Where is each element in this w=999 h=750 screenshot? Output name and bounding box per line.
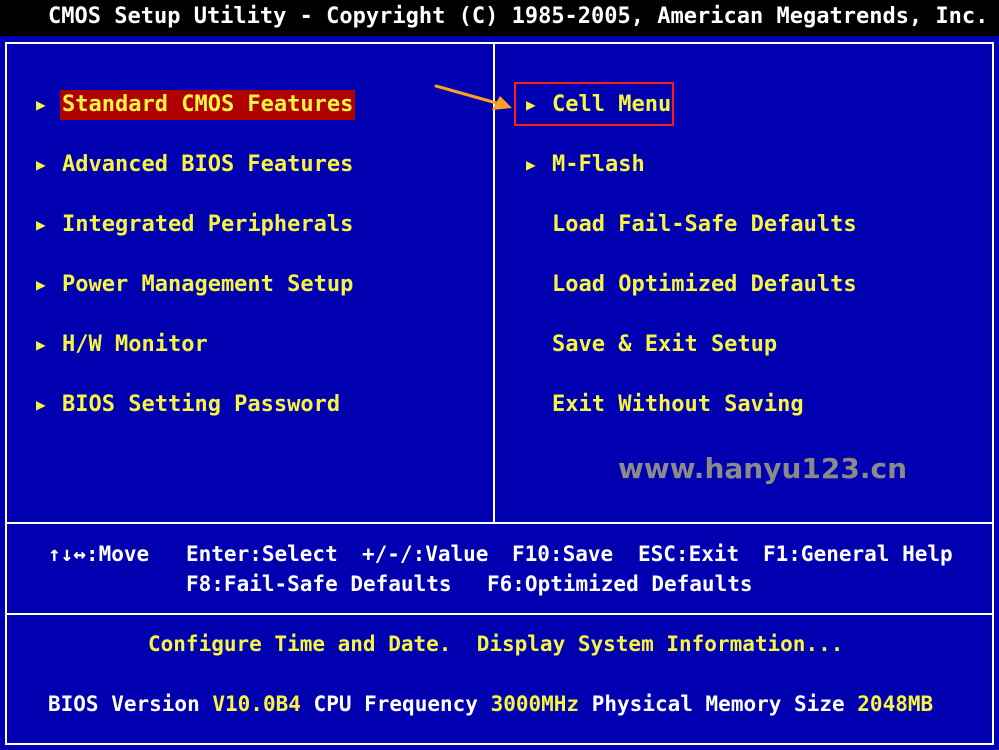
item-description: Configure Time and Date. Display System … — [148, 632, 844, 656]
frame-right — [992, 42, 994, 745]
help-fail-safe-defaults: F8:Fail-Safe Defaults — [186, 572, 452, 596]
help-save: F10:Save — [512, 542, 614, 566]
arrow-right-icon: ▶ — [36, 155, 46, 174]
frame-bottom — [5, 743, 994, 745]
help-optimized-defaults: F6:Optimized Defaults — [487, 572, 753, 596]
help-general-help: F1:General Help — [763, 542, 953, 566]
arrow-right-icon: ▶ — [526, 155, 536, 174]
bios-version-value: V10.0B4 — [212, 692, 301, 716]
bios-version-label: BIOS Version — [48, 692, 200, 716]
annotation-highlight-box — [514, 82, 674, 126]
help-value: +/-/:Value — [362, 542, 489, 566]
cpu-frequency-value: 3000MHz — [490, 692, 580, 716]
menu-item-label: Advanced BIOS Features — [62, 152, 354, 177]
frame-divider-vertical — [493, 42, 495, 524]
arrow-right-icon: ▶ — [36, 275, 46, 294]
help-move: ↑↓↔:Move — [48, 542, 150, 566]
frame-divider-menu — [5, 522, 994, 524]
arrow-right-icon: ▶ — [36, 395, 46, 414]
frame-divider-help — [5, 613, 994, 615]
menu-item-label: H/W Monitor — [62, 332, 208, 357]
menu-item-label: Standard CMOS Features — [60, 90, 356, 120]
frame-left — [5, 42, 7, 745]
title-bar: CMOS Setup Utility - Copyright (C) 1985-… — [0, 0, 999, 36]
memory-size-value: 2048MB — [857, 692, 934, 716]
frame-top — [5, 42, 994, 44]
arrow-right-icon: ▶ — [36, 95, 46, 114]
cpu-frequency-label: CPU Frequency — [313, 692, 478, 716]
arrow-right-icon: ▶ — [36, 215, 46, 234]
arrow-right-icon: ▶ — [36, 335, 46, 354]
menu-item-label: Load Fail-Safe Defaults — [552, 212, 857, 237]
menu-item-label: Exit Without Saving — [552, 392, 804, 417]
watermark-text: www.hanyu123.cn — [618, 452, 908, 485]
help-exit: ESC:Exit — [638, 542, 740, 566]
menu-item-label: Save & Exit Setup — [552, 332, 778, 357]
menu-item-label: Power Management Setup — [62, 272, 354, 297]
system-status-line: BIOS Version V10.0B4 CPU Frequency 3000M… — [48, 689, 933, 719]
annotation-arrow-icon — [434, 84, 512, 110]
menu-item-label: Integrated Peripherals — [62, 212, 354, 237]
memory-size-label: Physical Memory Size — [591, 692, 845, 716]
help-select: Enter:Select — [186, 542, 338, 566]
menu-item-label: M-Flash — [552, 152, 645, 177]
title-text: CMOS Setup Utility - Copyright (C) 1985-… — [48, 4, 989, 29]
menu-item-label: BIOS Setting Password — [62, 392, 341, 417]
menu-item-label: Load Optimized Defaults — [552, 272, 857, 297]
